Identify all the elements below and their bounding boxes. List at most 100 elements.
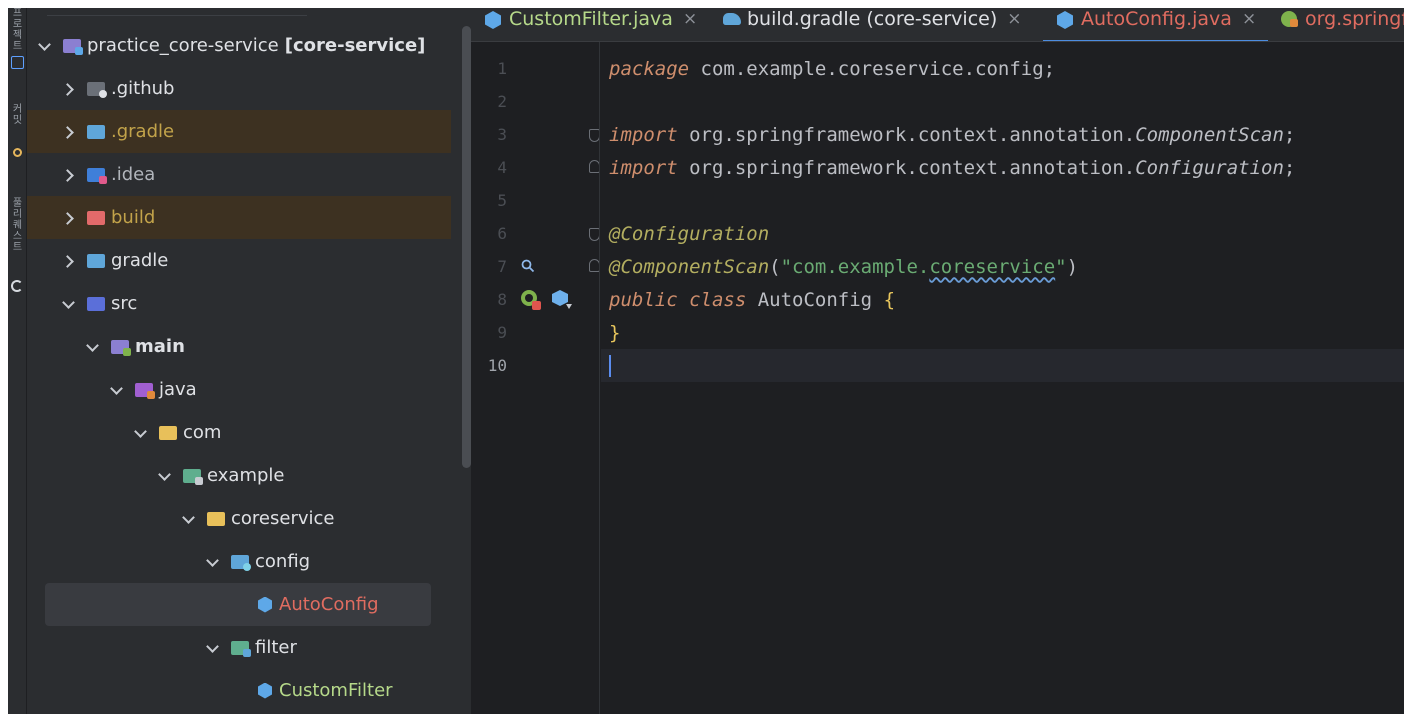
tree-label: .github	[111, 78, 175, 99]
gutter-line: 3	[471, 118, 601, 151]
filter-folder-icon	[231, 640, 251, 657]
editor-tabs: CustomFilter.java × build.gradle (core-s…	[471, 8, 1404, 42]
java-class-icon	[257, 597, 273, 613]
keyword-token: public	[609, 288, 678, 311]
module-name-label: [core-service]	[284, 35, 426, 56]
tree-item-com[interactable]: com	[27, 411, 451, 454]
close-icon[interactable]: ×	[1007, 9, 1021, 29]
chevron-down-icon[interactable]	[85, 340, 99, 354]
pull-request-icon[interactable]	[11, 280, 23, 292]
code-line-4[interactable]: import org.springframework.context.annot…	[601, 151, 1404, 184]
gradle-icon	[723, 11, 741, 27]
chevron-right-icon[interactable]	[61, 211, 75, 225]
close-icon[interactable]: ×	[1242, 9, 1256, 29]
chevron-down-icon[interactable]	[181, 512, 195, 526]
tree-label: main	[135, 336, 185, 357]
chevron-down-icon[interactable]	[61, 297, 75, 311]
tree-item-customfilter[interactable]: CustomFilter	[27, 669, 451, 712]
gutter-line: 5	[471, 184, 601, 217]
search-icon[interactable]	[521, 259, 535, 273]
class-token: ComponentScan	[1135, 123, 1284, 146]
project-scrollbar[interactable]	[462, 26, 471, 468]
code-line-1[interactable]: package com.example.coreservice.config;	[601, 52, 1404, 85]
close-icon[interactable]: ×	[683, 9, 697, 29]
code-token: ;	[1283, 156, 1296, 179]
toolstrip-commit-label[interactable]: 커밋	[11, 104, 24, 126]
keyword-token: import	[609, 123, 678, 146]
chevron-right-icon[interactable]	[61, 82, 75, 96]
chevron-down-icon[interactable]	[37, 39, 51, 53]
ide-window: 프로젝트 커밋 풀 리퀘스트 practice_core-service [co…	[8, 8, 1404, 714]
tab-autoconfig[interactable]: AutoConfig.java ×	[1057, 8, 1256, 40]
code-line-2[interactable]	[601, 85, 1404, 118]
code-line-7[interactable]: @ComponentScan("com.example. coreservice "…	[601, 250, 1404, 283]
gutter-line: 10	[471, 349, 601, 382]
tree-item-github[interactable]: .github	[27, 67, 451, 110]
tree-item-idea[interactable]: .idea	[27, 153, 451, 196]
code-editor[interactable]: package com.example.coreservice.config; …	[601, 42, 1404, 714]
code-token: org.springframework.context.annotation.	[677, 156, 1136, 179]
project-icon[interactable]	[11, 56, 24, 69]
tab-label: build.gradle (core-service)	[747, 8, 998, 30]
chevron-down-icon[interactable]	[133, 426, 147, 440]
editor-gutter: 1 2 3 4 5 6 7 8 9 10	[471, 42, 601, 714]
gutter-line: 4	[471, 151, 601, 184]
source-folder-icon	[87, 296, 105, 311]
tree-item-gradle-hidden[interactable]: .gradle	[27, 110, 451, 153]
code-line-9[interactable]: }	[601, 316, 1404, 349]
chevron-down-icon[interactable]	[205, 555, 219, 569]
tree-label: gradle	[111, 250, 169, 271]
code-line-6[interactable]: @Configuration	[601, 217, 1404, 250]
java-class-icon	[485, 11, 501, 27]
code-line-10[interactable]	[601, 349, 1404, 382]
chevron-right-icon[interactable]	[61, 168, 75, 182]
code-line-5[interactable]	[601, 184, 1404, 217]
keyword-token: import	[609, 156, 678, 179]
chevron-down-icon[interactable]	[157, 469, 171, 483]
chevron-right-icon[interactable]	[61, 254, 75, 268]
chevron-down-icon[interactable]	[205, 641, 219, 655]
tab-build-gradle[interactable]: build.gradle (core-service) ×	[723, 8, 1022, 40]
annotation-token: @Configuration	[609, 222, 770, 245]
tree-item-autoconfig[interactable]: AutoConfig	[45, 583, 431, 626]
tree-root-practice-core-service[interactable]: practice_core-service [core-service]	[27, 24, 451, 67]
class-hierarchy-icon[interactable]	[551, 289, 573, 311]
code-line-3[interactable]: import org.springframework.context.annot…	[601, 118, 1404, 151]
brace-token: }	[609, 321, 621, 344]
tree-label: CustomFilter	[279, 680, 393, 701]
line-number: 7	[497, 257, 507, 276]
tree-item-src[interactable]: src	[27, 282, 451, 325]
code-line-8[interactable]: public class AutoConfig {	[601, 283, 1404, 316]
tree-label: src	[111, 293, 138, 314]
tree-item-gradle[interactable]: gradle	[27, 239, 451, 282]
tab-customfilter[interactable]: CustomFilter.java ×	[485, 8, 697, 40]
gutter-line: 1	[471, 52, 601, 85]
line-number: 10	[487, 356, 507, 375]
chevron-right-icon[interactable]	[61, 125, 75, 139]
tab-label: AutoConfig.java	[1081, 8, 1232, 30]
line-number: 4	[497, 158, 507, 177]
spring-bean-icon[interactable]	[519, 288, 543, 312]
tree-item-main[interactable]: main	[27, 325, 451, 368]
tree-item-config[interactable]: config	[27, 540, 451, 583]
chevron-down-icon[interactable]	[109, 383, 123, 397]
java-class-icon	[1057, 11, 1073, 27]
toolstrip-project-label[interactable]: 프로젝트	[11, 8, 24, 52]
idea-folder-icon	[87, 167, 107, 184]
tree-item-build[interactable]: build	[27, 196, 451, 239]
tree-label: example	[207, 465, 285, 486]
tab-org-springframework[interactable]: org.springf	[1281, 8, 1404, 40]
tree-item-filter[interactable]: filter	[27, 626, 451, 669]
package-folder-icon	[183, 468, 203, 485]
tree-item-example[interactable]: example	[27, 454, 451, 497]
tree-label: AutoConfig	[279, 594, 379, 615]
gutter-line: 7	[471, 250, 601, 283]
commit-icon[interactable]	[13, 148, 22, 157]
annotation-token: @ComponentScan	[609, 255, 770, 278]
tree-item-coreservice[interactable]: coreservice	[27, 497, 451, 540]
tab-label: org.springf	[1305, 8, 1404, 30]
tree-item-java[interactable]: java	[27, 368, 451, 411]
excluded-folder-icon	[87, 210, 105, 225]
toolstrip-pull-request-label[interactable]: 풀 리퀘스트	[11, 198, 24, 253]
gutter-line: 9	[471, 316, 601, 349]
